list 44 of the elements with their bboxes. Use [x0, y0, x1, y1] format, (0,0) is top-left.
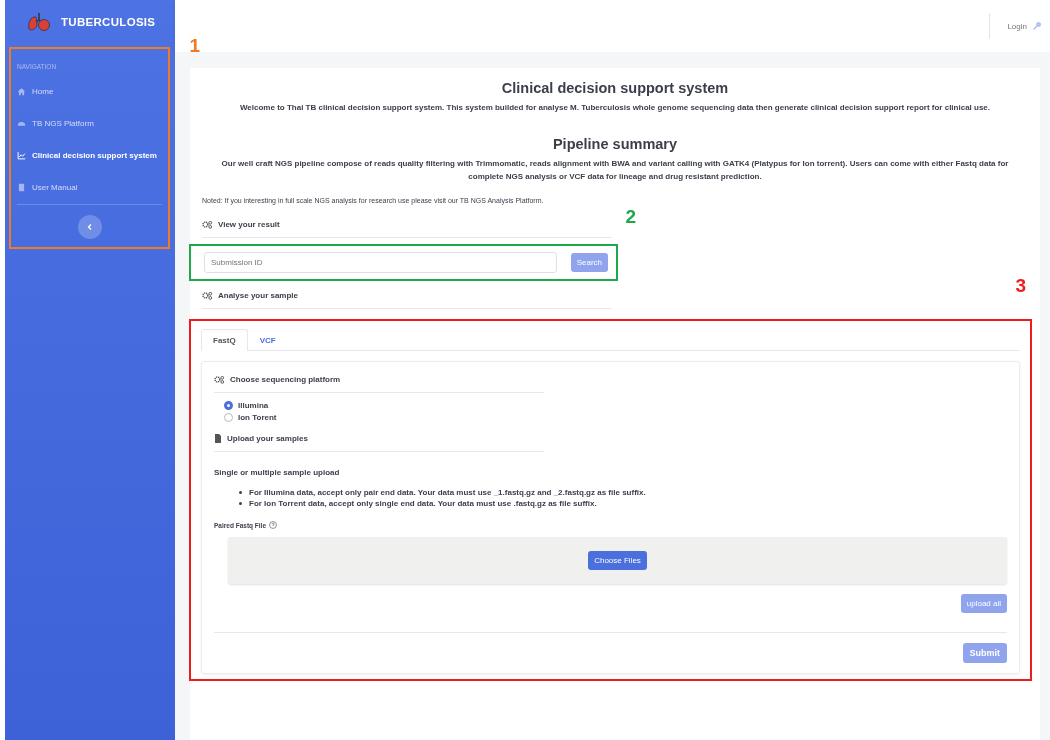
summary-text: Our well craft NGS pipeline compose of reads quality filtering with Trimmomatic, reads alignment with BWA and variant calling with GATK4 (Platypus for Ion torrent). Users can come with either Fastq data for complete NGS analysis or VCF data for lineage and drug resistant prediction. [220, 158, 1010, 183]
submit-button[interactable]: Submit [962, 643, 1007, 663]
page-title: Clinical decision support system [500, 80, 730, 96]
nav-item[interactable]: TB NGS Platform [17, 108, 162, 140]
tab[interactable]: FastQ [201, 329, 248, 351]
file-drop-zone[interactable]: Choose Files [228, 537, 1007, 584]
choose-files-button[interactable]: Choose Files [588, 551, 647, 570]
radio-option[interactable]: Ion Torent [224, 413, 1007, 422]
book-icon [17, 183, 26, 192]
help-icon [269, 521, 278, 529]
gears-icon [202, 220, 213, 229]
upload-all-button[interactable]: upload all [960, 594, 1007, 613]
rule-text: For Ion Torrent data, accept only single end data. Your data must use .fastq.gz as file suffix. [249, 499, 597, 508]
callout-number: 1 [189, 35, 200, 57]
gauge-icon [17, 119, 26, 128]
section-heading: Choose sequencing platform [230, 375, 341, 384]
bullet-icon [239, 502, 242, 505]
home-icon [17, 87, 26, 96]
gears-icon [214, 375, 225, 384]
bullet-icon [239, 491, 242, 494]
rule-text: For Illumina data, accept only pair end data. Your data must use _1.fastq.gz and _2.fastq.gz as file suffix. [249, 488, 646, 497]
callout-number: 3 [1015, 275, 1026, 297]
tab[interactable]: VCF [247, 329, 288, 351]
radio-option[interactable]: Illumina [224, 401, 1007, 410]
nav-item[interactable]: Home [17, 76, 162, 108]
section-title: Pipeline summary [551, 136, 679, 152]
upload-subtitle: Single or multiple sample upload [214, 468, 341, 477]
nav-item[interactable]: Clinical decision support system [17, 140, 162, 172]
section-heading: Upload your samples [227, 434, 308, 443]
section-heading: View your result [218, 220, 280, 229]
search-button[interactable]: Search [570, 253, 608, 272]
callout-number: 2 [625, 206, 636, 228]
collapse-button[interactable] [77, 215, 102, 239]
gears-icon [202, 291, 213, 300]
welcome-text: Welcome to Thai TB clinical decision support system. This system builded for analyse M. Tuberculosis whole genome sequencing data then generate clinical decision support report for clinical use. [238, 102, 992, 114]
brand-title: TUBERCULOSIS [61, 16, 156, 28]
section-heading: Analyse your sample [218, 291, 299, 300]
login-button[interactable]: Login [989, 13, 1050, 39]
submission-id-field[interactable]: Submission ID [204, 252, 557, 273]
nav-item[interactable]: User Manual [17, 172, 162, 204]
chart-icon [17, 151, 26, 160]
key-icon [1032, 21, 1042, 31]
lungs-logo-icon [27, 12, 51, 32]
file-icon [214, 434, 222, 443]
